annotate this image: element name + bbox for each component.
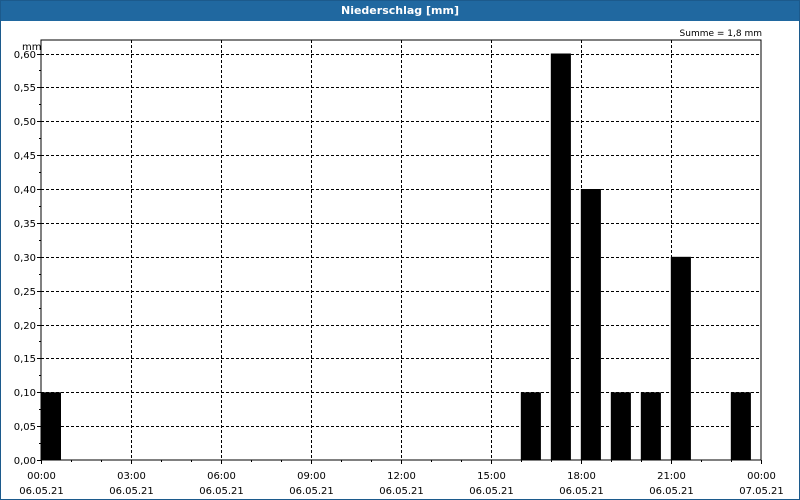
precipitation-bar — [730, 392, 751, 460]
x-tick-time-label: 06:00 — [207, 471, 236, 482]
x-tick-date-label: 06.05.21 — [199, 486, 244, 497]
y-tick-label: 0,50 — [14, 117, 36, 128]
x-tick-date-label: 07.05.21 — [739, 486, 784, 497]
x-tick-date-label: 06.05.21 — [19, 486, 64, 497]
x-tick-time-label: 18:00 — [567, 471, 596, 482]
x-tick-date-label: 06.05.21 — [469, 486, 514, 497]
y-tick-label: 0,35 — [14, 219, 36, 230]
bars-layer — [40, 53, 751, 460]
x-tick-time-label: 09:00 — [297, 471, 326, 482]
y-tick-label: 0,15 — [14, 354, 36, 365]
x-tick-time-label: 12:00 — [387, 471, 416, 482]
y-axis-unit: mm — [22, 42, 41, 53]
y-tick-label: 0,25 — [14, 287, 36, 298]
x-tick-time-label: 00:00 — [27, 471, 56, 482]
x-tick-time-label: 21:00 — [657, 471, 686, 482]
y-tick-label: 0,45 — [14, 151, 36, 162]
y-tick-label: 0,40 — [14, 185, 36, 196]
x-tick-date-label: 06.05.21 — [109, 486, 154, 497]
precipitation-bar — [580, 189, 601, 460]
y-tick-label: 0,55 — [14, 83, 36, 94]
x-tick-time-label: 00:00 — [747, 471, 776, 482]
y-tick-label: 0,20 — [14, 321, 36, 332]
x-tick-date-label: 06.05.21 — [289, 486, 334, 497]
y-tick-label: 0,05 — [14, 422, 36, 433]
y-tick-label: 0,00 — [14, 456, 36, 467]
y-tick-label: 0,10 — [14, 388, 36, 399]
precipitation-bar — [550, 53, 571, 460]
precipitation-bar — [610, 392, 631, 460]
x-tick-date-label: 06.05.21 — [559, 486, 604, 497]
sum-annotation: Summe = 1,8 mm — [680, 29, 762, 39]
x-tick-date-label: 06.05.21 — [379, 486, 424, 497]
y-axis: 0,00 0,05 0,10 0,15 0,20 0,25 0,30 0,35 0,40 0,45… — [14, 50, 41, 467]
precipitation-bar — [670, 256, 691, 460]
precipitation-chart: 0,00 0,05 0,10 0,15 0,20 0,25 0,30 0,35 0,40 0,45… — [14, 29, 784, 497]
x-tick-time-label: 03:00 — [117, 471, 146, 482]
x-axis: 00:00 06.05.21 03:00 06.05.21 06:00 06.05.21 0… — [19, 460, 784, 497]
x-tick-date-label: 06.05.21 — [649, 486, 694, 497]
precipitation-bar — [40, 392, 61, 460]
x-tick-time-label: 15:00 — [477, 471, 506, 482]
precipitation-bar — [640, 392, 661, 460]
y-tick-label: 0,30 — [14, 253, 36, 264]
precipitation-bar — [520, 392, 541, 460]
